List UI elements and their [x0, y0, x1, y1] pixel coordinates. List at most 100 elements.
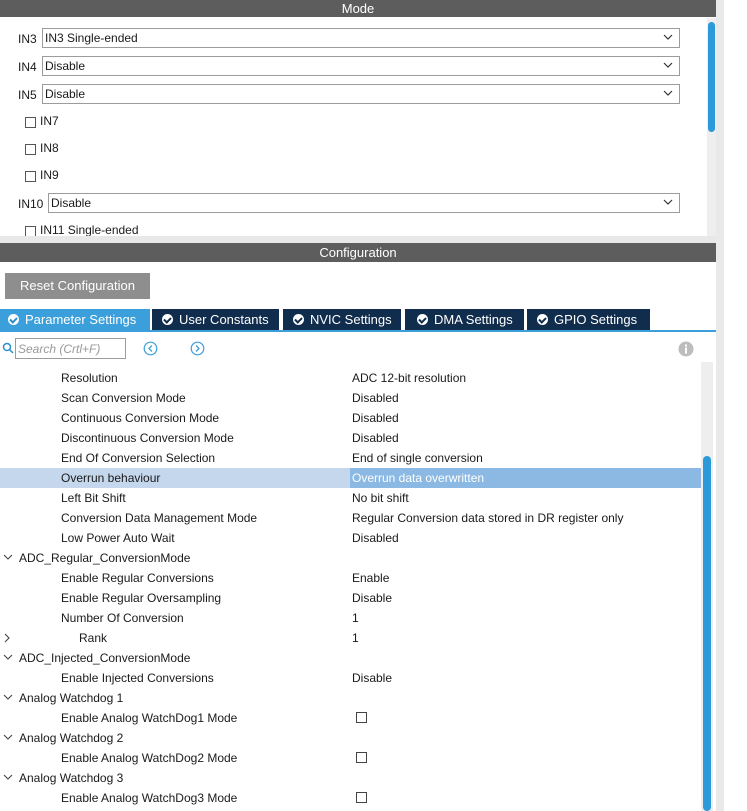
chevron-down-icon	[663, 199, 673, 205]
param-value: Disable	[352, 591, 393, 605]
param-name: Enable Analog WatchDog3 Mode	[61, 791, 238, 805]
param-row[interactable]: Enable Analog WatchDog1 Mode	[0, 708, 701, 728]
mode-panel: Mode IN3 IN3 Single-ended IN4 Disable IN…	[0, 0, 716, 236]
param-value: Disabled	[352, 411, 399, 425]
in9-label: IN9	[40, 168, 59, 182]
param-value: 1	[352, 611, 359, 625]
group-row[interactable]: Analog Watchdog 2	[0, 728, 701, 748]
tab-user-constants[interactable]: User Constants	[152, 309, 279, 330]
param-name: End Of Conversion Selection	[61, 451, 216, 465]
subgroup-row[interactable]: Rank 1	[0, 628, 701, 648]
tab-nvic-settings[interactable]: NVIC Settings	[283, 309, 401, 330]
param-row[interactable]: Discontinuous Conversion Mode Disabled	[0, 428, 701, 448]
param-name: Enable Regular Oversampling	[61, 591, 222, 605]
in3-select[interactable]: IN3 Single-ended	[42, 28, 680, 48]
group-name: ADC_Regular_ConversionMode	[19, 551, 191, 565]
in8-checkbox[interactable]	[25, 144, 36, 155]
param-value: 1	[352, 631, 359, 645]
previous-match-icon[interactable]	[143, 341, 158, 356]
param-name: Overrun behaviour	[61, 471, 161, 485]
group-row[interactable]: Analog Watchdog 1	[0, 688, 701, 708]
tab-dma-settings[interactable]: DMA Settings	[405, 309, 524, 330]
param-name: Enable Injected Conversions	[61, 671, 214, 685]
chevron-down-icon[interactable]	[3, 554, 13, 561]
chevron-down-icon[interactable]	[3, 694, 13, 701]
mode-scrollbar-thumb[interactable]	[708, 22, 715, 132]
select-value: Disable	[45, 87, 86, 101]
param-name: Number Of Conversion	[61, 611, 184, 625]
param-row[interactable]: Scan Conversion Mode Disabled	[0, 388, 701, 408]
info-icon[interactable]	[678, 341, 694, 357]
param-scrollbar-thumb[interactable]	[703, 456, 711, 811]
clipped-row	[0, 360, 701, 366]
group-row[interactable]: ADC_Regular_ConversionMode	[0, 548, 701, 568]
param-row[interactable]: Enable Analog WatchDog3 Mode	[0, 788, 701, 808]
param-row[interactable]: Enable Injected Conversions Disable	[0, 668, 701, 688]
param-row-selected[interactable]: Overrun behaviour Overrun data overwritt…	[0, 468, 701, 488]
mode-label: IN10	[18, 197, 44, 211]
param-scrollbar[interactable]	[701, 362, 713, 811]
param-name: Enable Regular Conversions	[61, 571, 214, 585]
chevron-down-icon[interactable]	[3, 734, 13, 741]
panel-divider[interactable]	[0, 236, 716, 243]
check-circle-icon	[417, 314, 428, 325]
param-row[interactable]: Enable Analog WatchDog2 Mode	[0, 748, 701, 768]
chevron-down-icon[interactable]	[3, 654, 13, 661]
in11-checkbox[interactable]	[25, 226, 36, 236]
outer-scrollbar-track[interactable]	[716, 0, 724, 811]
param-row[interactable]: Resolution ADC 12-bit resolution	[0, 368, 701, 388]
search-input[interactable]	[15, 338, 126, 359]
chevron-down-icon[interactable]	[3, 774, 13, 781]
in11-label: IN11 Single-ended	[40, 223, 139, 236]
param-name: Resolution	[61, 371, 118, 385]
watchdog2-checkbox[interactable]	[356, 752, 367, 763]
group-row[interactable]: Analog Watchdog 3	[0, 768, 701, 788]
param-value: Disabled	[352, 531, 399, 545]
in10-select[interactable]: Disable	[48, 193, 680, 213]
param-name: Low Power Auto Wait	[61, 531, 175, 545]
tab-parameter-settings[interactable]: Parameter Settings	[0, 309, 150, 330]
tab-gpio-settings[interactable]: GPIO Settings	[527, 309, 650, 330]
mode-label: IN3	[18, 32, 37, 46]
in4-select[interactable]: Disable	[42, 56, 680, 76]
in7-checkbox[interactable]	[25, 117, 36, 128]
check-circle-icon	[8, 314, 19, 325]
param-row[interactable]: Enable Regular Conversions Enable	[0, 568, 701, 588]
group-row[interactable]: ADC_Injected_ConversionMode	[0, 648, 701, 668]
mode-title-bar: Mode	[0, 0, 716, 17]
param-row[interactable]: Conversion Data Management Mode Regular …	[0, 508, 701, 528]
subgroup-name: Rank	[79, 631, 108, 645]
chevron-right-icon[interactable]	[4, 633, 11, 643]
tab-label: Parameter Settings	[25, 312, 137, 327]
reset-configuration-button[interactable]: Reset Configuration	[5, 273, 150, 299]
select-value: IN3 Single-ended	[45, 31, 138, 45]
watchdog3-checkbox[interactable]	[356, 792, 367, 803]
group-name: Analog Watchdog 2	[19, 731, 124, 745]
param-row[interactable]: Left Bit Shift No bit shift	[0, 488, 701, 508]
next-match-icon[interactable]	[190, 341, 205, 356]
in9-checkbox[interactable]	[25, 171, 36, 182]
in5-select[interactable]: Disable	[42, 84, 680, 104]
config-tabs: Parameter Settings User Constants NVIC S…	[0, 309, 716, 331]
chevron-down-icon	[663, 62, 673, 68]
param-value: Disable	[352, 671, 393, 685]
param-row[interactable]: Continuous Conversion Mode Disabled	[0, 408, 701, 428]
chevron-down-icon	[663, 90, 673, 96]
param-row[interactable]: End Of Conversion Selection End of singl…	[0, 448, 701, 468]
group-name: Analog Watchdog 3	[19, 771, 124, 785]
param-row[interactable]: Low Power Auto Wait Disabled	[0, 528, 701, 548]
param-value: ADC 12-bit resolution	[352, 371, 467, 385]
watchdog1-checkbox[interactable]	[356, 712, 367, 723]
param-name: Scan Conversion Mode	[61, 391, 186, 405]
tab-label: NVIC Settings	[310, 312, 392, 327]
chevron-down-icon	[663, 34, 673, 40]
param-name: Discontinuous Conversion Mode	[61, 431, 234, 445]
param-value: Enable	[352, 571, 390, 585]
tab-label: GPIO Settings	[554, 312, 638, 327]
param-name: Continuous Conversion Mode	[61, 411, 220, 425]
check-circle-icon	[293, 314, 304, 325]
mode-scrollbar[interactable]	[707, 18, 716, 236]
param-row[interactable]: Number Of Conversion 1	[0, 608, 701, 628]
param-name: Enable Analog WatchDog1 Mode	[61, 711, 238, 725]
param-row[interactable]: Enable Regular Oversampling Disable	[0, 588, 701, 608]
